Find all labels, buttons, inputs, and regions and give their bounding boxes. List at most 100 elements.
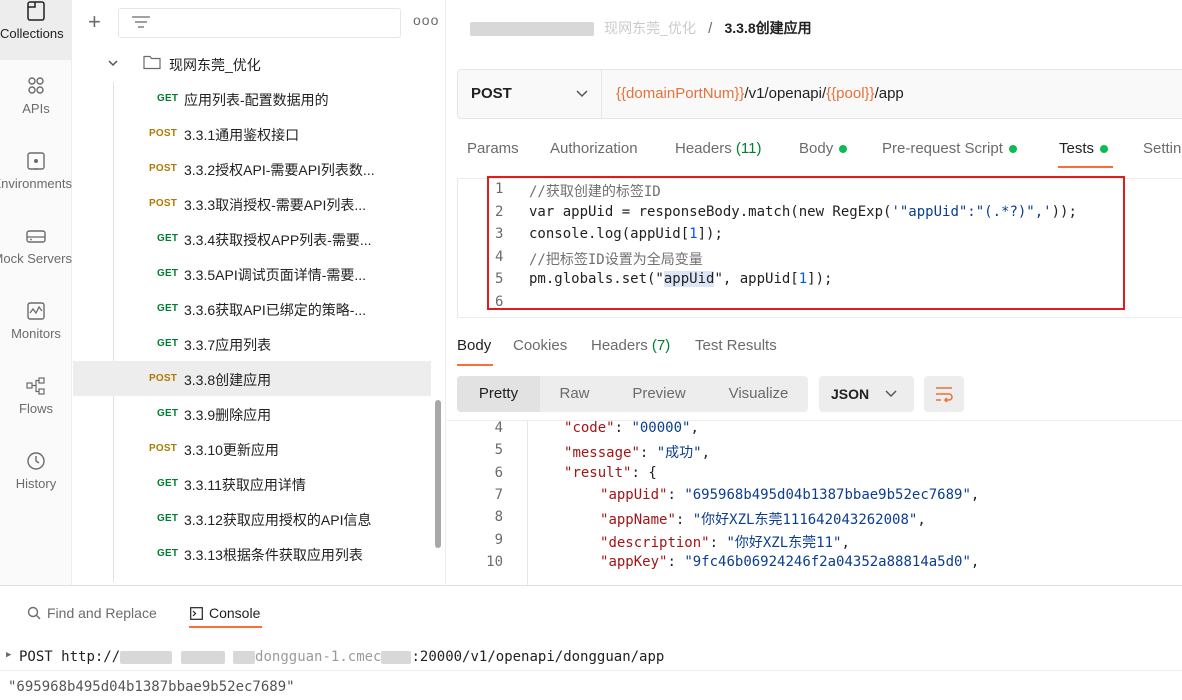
console-value-text: "695968b495d04b1387bbae9b52ec7689" <box>8 679 295 695</box>
view-mode-pretty[interactable]: Pretty <box>457 376 540 412</box>
tab-pre-request-script[interactable]: Pre-request Script <box>882 140 1017 157</box>
request-name: 3.3.12获取应用授权的API信息 <box>184 512 372 528</box>
request-name: 3.3.10更新应用 <box>184 442 279 458</box>
json-entry: "code": "00000", <box>564 420 699 436</box>
redacted-text <box>180 650 225 664</box>
rail-item-label: Environments <box>0 176 72 191</box>
request-name: 3.3.11获取应用详情 <box>184 477 306 493</box>
collections-icon <box>27 1 45 21</box>
new-collection-button[interactable]: + <box>88 10 101 34</box>
request-item[interactable]: GET 3.3.6获取API已绑定的策略-... <box>73 291 431 326</box>
format-select[interactable]: JSON <box>819 376 914 412</box>
view-mode-raw[interactable]: Raw <box>540 376 609 412</box>
folder-icon <box>143 55 161 70</box>
request-name: 3.3.5API调试页面详情-需要... <box>184 267 367 283</box>
breadcrumb-collection-redacted[interactable] <box>470 22 594 37</box>
method-badge: GET <box>157 268 179 279</box>
wrap-lines-button[interactable] <box>924 376 964 412</box>
rail-item-mock-servers[interactable]: Mock Servers <box>0 213 72 285</box>
method-badge: POST <box>149 128 178 139</box>
tab-headers[interactable]: Headers (11) <box>675 140 761 157</box>
left-nav-rail: Collections APIs Environments Mock Servers M… <box>0 0 72 585</box>
status-dot-icon <box>839 145 848 154</box>
line-number: 7 <box>494 486 503 503</box>
request-name: 3.3.6获取API已绑定的策略-... <box>184 302 367 318</box>
response-line: 6 "result": { <box>447 465 1182 487</box>
rail-item-monitors[interactable]: Monitors <box>0 288 72 360</box>
rail-item-label: Collections <box>0 26 64 41</box>
response-body-viewer[interactable]: 4 "code": "00000", 5 "message": "成功", 6 "resu… <box>447 420 1182 585</box>
folder-item[interactable]: 现网东莞_优化 <box>73 46 433 81</box>
response-tab-cookies[interactable]: Cookies <box>513 337 567 354</box>
expand-caret-icon: ▶ <box>6 650 12 660</box>
json-entry: "appKey": "9fc46b06924246f2a04352a88814a… <box>600 553 980 570</box>
request-item[interactable]: GET 3.3.7应用列表 <box>73 326 431 361</box>
request-item[interactable]: GET 3.3.9删除应用 <box>73 396 431 431</box>
request-item[interactable]: POST 3.3.8创建应用 <box>73 361 431 396</box>
request-name: 3.3.13根据条件获取应用列表 <box>184 547 363 563</box>
tab-body[interactable]: Body <box>799 140 848 157</box>
more-actions-button[interactable]: ooo <box>413 12 439 28</box>
tab-tests[interactable]: Tests <box>1059 140 1109 157</box>
console-log-value[interactable]: "695968b495d04b1387bbae9b52ec7689" <box>0 673 1182 700</box>
rail-item-collections[interactable]: Collections <box>0 0 72 60</box>
line-number: 9 <box>494 531 503 548</box>
tab-label: Settin <box>1143 140 1182 157</box>
tab-label: Tests <box>1059 140 1095 157</box>
url-variable: {{pool}} <box>826 85 875 102</box>
json-entry: "description": "你好XZL东莞11", <box>600 534 850 551</box>
tab-authorization[interactable]: Authorization <box>550 140 638 157</box>
line-number: 4 <box>494 420 503 436</box>
request-name: 3.3.9删除应用 <box>184 407 272 423</box>
console-log-request[interactable]: ▶ POST http:// dongguan-1.cmec:20000/v1/… <box>0 643 1182 671</box>
sidebar-scrollbar[interactable] <box>435 400 441 548</box>
highlight-annotation-box <box>487 176 1125 310</box>
tab-label: Body <box>799 140 834 157</box>
request-item[interactable]: POST 3.3.1通用鉴权接口 <box>73 116 431 151</box>
response-tab-test-results[interactable]: Test Results <box>695 337 777 354</box>
request-item[interactable]: GET 应用列表-配置数据用的 <box>73 81 431 116</box>
request-name: 3.3.4获取授权APP列表-需要... <box>184 232 372 248</box>
method-badge: GET <box>157 93 179 104</box>
find-replace-label: Find and Replace <box>47 605 157 621</box>
url-input[interactable]: {{domainPortNum}}/v1/openapi/{{pool}}/ap… <box>616 85 904 102</box>
request-item[interactable]: GET 3.3.11获取应用详情 <box>73 466 431 501</box>
search-icon <box>27 606 41 620</box>
rail-item-environments[interactable]: Environments <box>0 138 72 210</box>
request-item[interactable]: GET 3.3.12获取应用授权的API信息 <box>73 501 431 536</box>
response-tab-headers[interactable]: Headers (7) <box>591 337 670 354</box>
rail-item-flows[interactable]: Flows <box>0 363 72 435</box>
tab-label: Body <box>457 337 492 354</box>
line-number: 6 <box>494 464 503 481</box>
request-item[interactable]: GET 3.3.4获取授权APP列表-需要... <box>73 221 431 256</box>
breadcrumb: 现网东莞_优化 / 3.3.8创建应用 <box>470 18 812 38</box>
method-select[interactable]: POST <box>458 70 602 118</box>
history-icon <box>27 452 45 470</box>
view-mode-preview[interactable]: Preview <box>609 376 709 412</box>
request-item[interactable]: POST 3.3.2授权API-需要API列表数... <box>73 151 431 186</box>
request-item[interactable]: POST 3.3.10更新应用 <box>73 431 431 466</box>
request-item[interactable]: GET 3.3.5API调试页面详情-需要... <box>73 256 431 291</box>
request-item[interactable]: POST 3.3.3取消授权-需要API列表... <box>73 186 431 221</box>
breadcrumb-folder[interactable]: 现网东莞_优化 <box>604 20 696 36</box>
rail-item-apis[interactable]: APIs <box>0 63 72 135</box>
status-dot-icon <box>1100 145 1109 154</box>
bottom-panel: Find and Replace Console ▶ POST http:// … <box>0 585 1182 700</box>
method-badge: GET <box>157 303 179 314</box>
apis-icon <box>28 77 44 94</box>
filter-input[interactable] <box>118 8 401 38</box>
request-name: 应用列表-配置数据用的 <box>184 92 329 108</box>
tab-params[interactable]: Params <box>467 140 519 157</box>
request-item[interactable]: GET 3.3.13根据条件获取应用列表 <box>73 536 431 571</box>
console-tab[interactable]: Console <box>190 605 260 621</box>
view-mode-visualize[interactable]: Visualize <box>709 376 808 412</box>
find-replace-tab[interactable]: Find and Replace <box>27 605 157 621</box>
url-path: /app <box>874 85 904 102</box>
response-tab-body[interactable]: Body <box>457 337 491 354</box>
chevron-down-icon <box>885 390 897 398</box>
rail-item-history[interactable]: History <box>0 438 72 510</box>
request-name: 3.3.7应用列表 <box>184 337 272 353</box>
collections-sidebar: + ooo 现网东莞_优化 GET 应用列表-配置数据用的 POST 3.3.1通用鉴… <box>73 0 446 585</box>
tab-settin[interactable]: Settin <box>1143 140 1181 157</box>
method-badge: GET <box>157 233 179 244</box>
